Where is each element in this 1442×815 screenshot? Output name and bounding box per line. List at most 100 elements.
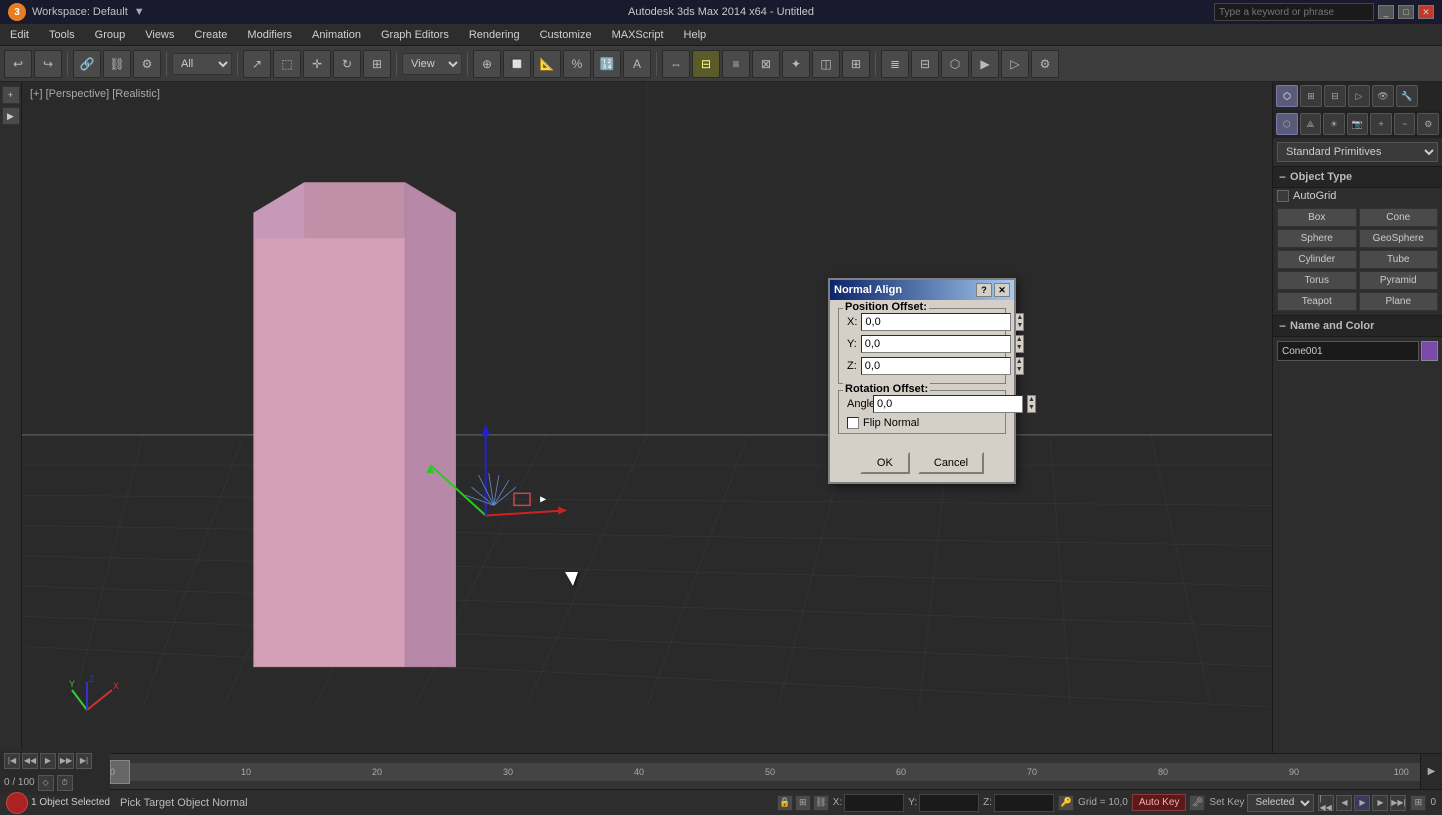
torus-button[interactable]: Torus	[1277, 271, 1357, 290]
key-icon[interactable]: 🗝	[1189, 795, 1205, 811]
prev-frame-button[interactable]: |◀	[4, 753, 20, 769]
angle-input[interactable]	[873, 395, 1023, 413]
menu-create[interactable]: Create	[184, 24, 237, 45]
menu-edit[interactable]: Edit	[0, 24, 39, 45]
next-key-status-button[interactable]: ▶	[1372, 795, 1388, 811]
menu-maxscript[interactable]: MAXScript	[602, 24, 674, 45]
align-camera-button[interactable]: ◫	[812, 50, 840, 78]
menu-views[interactable]: Views	[135, 24, 184, 45]
align-view-button[interactable]: ⊞	[842, 50, 870, 78]
autogrid-checkbox[interactable]	[1277, 190, 1289, 202]
grid-icon[interactable]: ⊞	[795, 795, 811, 811]
selected-dropdown[interactable]: Selected	[1247, 794, 1314, 812]
subtab-helpers[interactable]: +	[1370, 113, 1392, 135]
key-mode-button[interactable]: ◇	[38, 775, 54, 791]
subtab-lights[interactable]: ☀	[1323, 113, 1345, 135]
collapse-name-icon[interactable]: −	[1279, 319, 1286, 333]
menu-modifiers[interactable]: Modifiers	[237, 24, 302, 45]
panel-tab-utilities[interactable]: 🔧	[1396, 85, 1418, 107]
flip-normal-checkbox[interactable]	[847, 417, 859, 429]
mirror-button[interactable]: ⇔	[662, 50, 690, 78]
play-status-button[interactable]: ▶	[1354, 795, 1370, 811]
next-frame-button[interactable]: ▶|	[76, 753, 92, 769]
transform-icon[interactable]: 🔑	[1058, 795, 1074, 811]
schematic-view-button[interactable]: ⊟	[911, 50, 939, 78]
panel-tab-motion[interactable]: ▷	[1348, 85, 1370, 107]
unlink-button[interactable]: ⛓	[103, 50, 131, 78]
panel-tab-modify[interactable]: ⊞	[1300, 85, 1322, 107]
move-button[interactable]: ✛	[303, 50, 331, 78]
tube-button[interactable]: Tube	[1359, 250, 1439, 269]
mini-player-button[interactable]: ⊞	[1410, 795, 1426, 811]
expand-button[interactable]: +	[2, 86, 20, 104]
x-input[interactable]	[844, 794, 904, 812]
z-input[interactable]	[994, 794, 1054, 812]
menu-graph-editors[interactable]: Graph Editors	[371, 24, 459, 45]
cylinder-button[interactable]: Cylinder	[1277, 250, 1357, 269]
angle-spinner[interactable]: ▲ ▼	[1027, 395, 1036, 413]
go-end-button[interactable]: ▶▶|	[1390, 795, 1406, 811]
render-settings-button[interactable]: ⚙	[1031, 50, 1059, 78]
rotate-button[interactable]: ↻	[333, 50, 361, 78]
pivot-button[interactable]: ⊕	[473, 50, 501, 78]
x-dialog-input[interactable]	[861, 313, 1011, 331]
timeline-track[interactable]: 0 10 20 30 40 50 60 70 80 90 100	[110, 763, 1420, 781]
panel-tab-display[interactable]: 👁	[1372, 85, 1394, 107]
z-spinner[interactable]: ▲ ▼	[1015, 357, 1024, 375]
link-icon[interactable]: ⛓	[813, 795, 829, 811]
time-config-button[interactable]: ⏱	[57, 775, 73, 791]
subtab-shapes[interactable]: ⟁	[1300, 113, 1322, 135]
pyramid-button[interactable]: Pyramid	[1359, 271, 1439, 290]
ok-button[interactable]: OK	[860, 452, 910, 474]
x-spinner[interactable]: ▲ ▼	[1015, 313, 1024, 331]
scale-button[interactable]: ⊞	[363, 50, 391, 78]
menu-rendering[interactable]: Rendering	[459, 24, 530, 45]
edit-named-button[interactable]: A	[623, 50, 651, 78]
redo-button[interactable]: ↪	[34, 50, 62, 78]
lt-btn-2[interactable]: ▶	[2, 107, 20, 125]
z-dialog-input[interactable]	[861, 357, 1011, 375]
menu-customize[interactable]: Customize	[530, 24, 602, 45]
teapot-button[interactable]: Teapot	[1277, 292, 1357, 311]
render-scene-button[interactable]: ▶	[971, 50, 999, 78]
link-button[interactable]: 🔗	[73, 50, 101, 78]
subtab-systems[interactable]: ⚙	[1417, 113, 1439, 135]
y-dialog-input[interactable]	[861, 335, 1011, 353]
next-key-button[interactable]: ▶▶	[58, 753, 74, 769]
cone-button[interactable]: Cone	[1359, 208, 1439, 227]
y-input[interactable]	[919, 794, 979, 812]
cancel-button[interactable]: Cancel	[918, 452, 984, 474]
sphere-button[interactable]: Sphere	[1277, 229, 1357, 248]
prev-key-button[interactable]: ◀◀	[22, 753, 38, 769]
bind-button[interactable]: ⚙	[133, 50, 161, 78]
menu-tools[interactable]: Tools	[39, 24, 85, 45]
viewport[interactable]: [+] [Perspective] [Realistic]	[22, 82, 1272, 753]
object-name-input[interactable]	[1277, 341, 1419, 361]
select-button[interactable]: ↗	[243, 50, 271, 78]
close-button[interactable]: ✕	[1418, 5, 1434, 19]
color-swatch[interactable]	[1421, 341, 1438, 361]
panel-tab-create[interactable]: ⬡	[1276, 85, 1298, 107]
primitives-dropdown[interactable]: Standard Primitives	[1277, 142, 1438, 162]
collapse-icon[interactable]: −	[1279, 170, 1286, 184]
place-highlight-button[interactable]: ✦	[782, 50, 810, 78]
y-spinner[interactable]: ▲ ▼	[1015, 335, 1024, 353]
dialog-close-button[interactable]: ✕	[994, 283, 1010, 297]
dialog-help-button[interactable]: ?	[976, 283, 992, 297]
geosphere-button[interactable]: GeoSphere	[1359, 229, 1439, 248]
percent-snap-button[interactable]: %	[563, 50, 591, 78]
play-button[interactable]: ▶	[40, 753, 56, 769]
subtab-cameras[interactable]: 📷	[1347, 113, 1369, 135]
panel-tab-hierarchy[interactable]: ⊟	[1324, 85, 1346, 107]
quick-render-button[interactable]: ▷	[1001, 50, 1029, 78]
autokey-button[interactable]: Auto Key	[1132, 794, 1187, 811]
select-region-button[interactable]: ⬚	[273, 50, 301, 78]
plane-button[interactable]: Plane	[1359, 292, 1439, 311]
menu-group[interactable]: Group	[85, 24, 136, 45]
go-start-button[interactable]: |◀◀	[1318, 795, 1334, 811]
layer-manager-button[interactable]: ≣	[881, 50, 909, 78]
minimize-button[interactable]: _	[1378, 5, 1394, 19]
workspace-dropdown-icon[interactable]: ▼	[134, 6, 145, 18]
prev-key-status-button[interactable]: ◀	[1336, 795, 1352, 811]
search-input[interactable]	[1214, 3, 1374, 21]
